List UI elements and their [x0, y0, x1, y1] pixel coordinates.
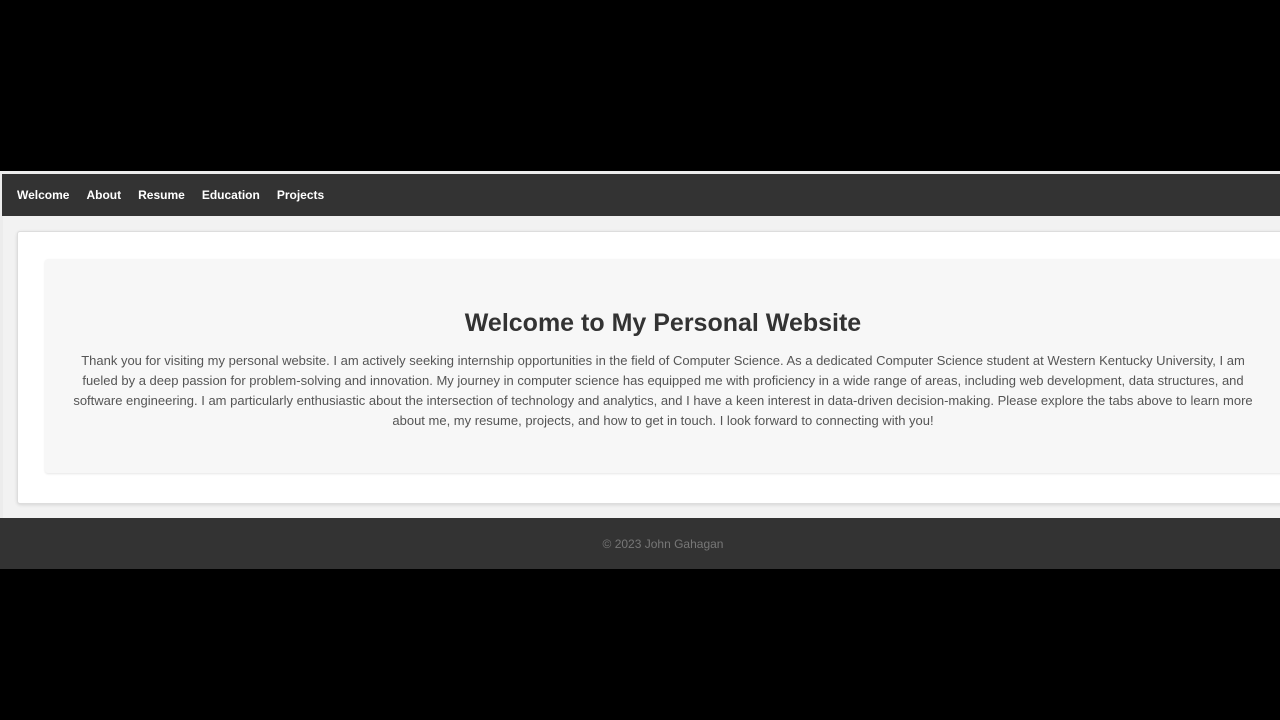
browser-viewport: Welcome About Resume Education Projects …: [0, 171, 1280, 569]
footer: © 2023 John Gahagan: [0, 518, 1280, 569]
nav-link-resume[interactable]: Resume: [138, 188, 185, 202]
main-content: Welcome to My Personal Website Thank you…: [3, 216, 1280, 518]
nav-link-education[interactable]: Education: [202, 188, 260, 202]
welcome-panel: Welcome to My Personal Website Thank you…: [45, 259, 1280, 473]
intro-paragraph: Thank you for visiting my personal websi…: [73, 353, 1253, 428]
nav-link-projects[interactable]: Projects: [277, 188, 324, 202]
nav-link-about[interactable]: About: [86, 188, 121, 202]
copyright-text: © 2023 John Gahagan: [602, 536, 724, 551]
navbar: Welcome About Resume Education Projects: [2, 174, 1280, 216]
welcome-section: Welcome to My Personal Website Thank you…: [17, 231, 1280, 504]
page-title: Welcome to My Personal Website: [464, 309, 862, 337]
nav-link-welcome[interactable]: Welcome: [17, 188, 69, 202]
